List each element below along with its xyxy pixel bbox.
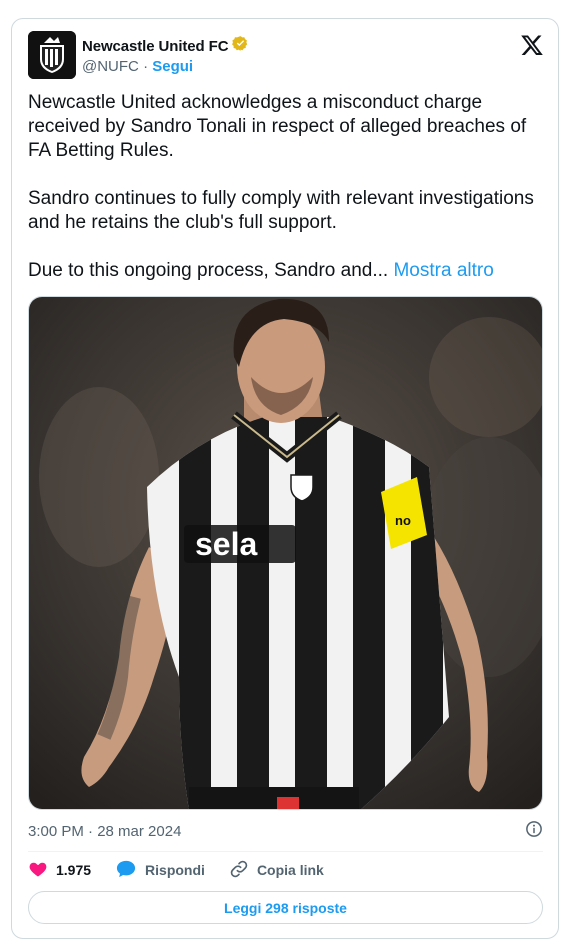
- info-icon[interactable]: [525, 820, 543, 842]
- read-replies-button[interactable]: Leggi 298 risposte: [28, 891, 543, 924]
- copy-link-label: Copia link: [256, 862, 324, 878]
- tweet-photo[interactable]: sela no: [28, 296, 543, 810]
- sponsor-logo-text: sela: [195, 526, 257, 562]
- club-crest-avatar[interactable]: [28, 31, 76, 79]
- divider: [28, 851, 543, 852]
- show-more-link[interactable]: Mostra altro: [393, 260, 493, 281]
- tweet-paragraph: Sandro continues to fully comply with re…: [28, 188, 534, 233]
- tweet-timestamp[interactable]: 3:00 PM · 28 mar 2024: [28, 823, 181, 840]
- tweet-actions: 1.975 Rispondi Copia link: [28, 859, 348, 881]
- tweet-truncated-text: Due to this ongoing process, Sandro and.…: [28, 260, 389, 281]
- tweet-card: Newcastle United FC @NUFC · Segui Newcas…: [11, 18, 559, 939]
- reply-button[interactable]: Rispondi: [115, 859, 205, 882]
- tweet-paragraph: Newcastle United acknowledges a miscondu…: [28, 92, 527, 161]
- account-handle[interactable]: @NUFC: [82, 58, 139, 75]
- heart-icon: [28, 859, 48, 882]
- tweet-body: Newcastle United acknowledges a miscondu…: [28, 91, 540, 283]
- account-name[interactable]: Newcastle United FC: [82, 38, 229, 55]
- sleeve-patch-text: no: [395, 513, 411, 528]
- x-logo-icon[interactable]: [520, 33, 544, 57]
- copy-link-button[interactable]: Copia link: [229, 859, 324, 882]
- speech-bubble-icon: [115, 859, 137, 882]
- link-icon: [229, 859, 249, 882]
- separator-dot: ·: [143, 58, 149, 75]
- like-button[interactable]: 1.975: [28, 859, 91, 882]
- likes-count: 1.975: [56, 862, 92, 878]
- verified-badge-icon: [232, 35, 249, 57]
- follow-button[interactable]: Segui: [152, 58, 193, 75]
- reply-label: Rispondi: [145, 862, 205, 878]
